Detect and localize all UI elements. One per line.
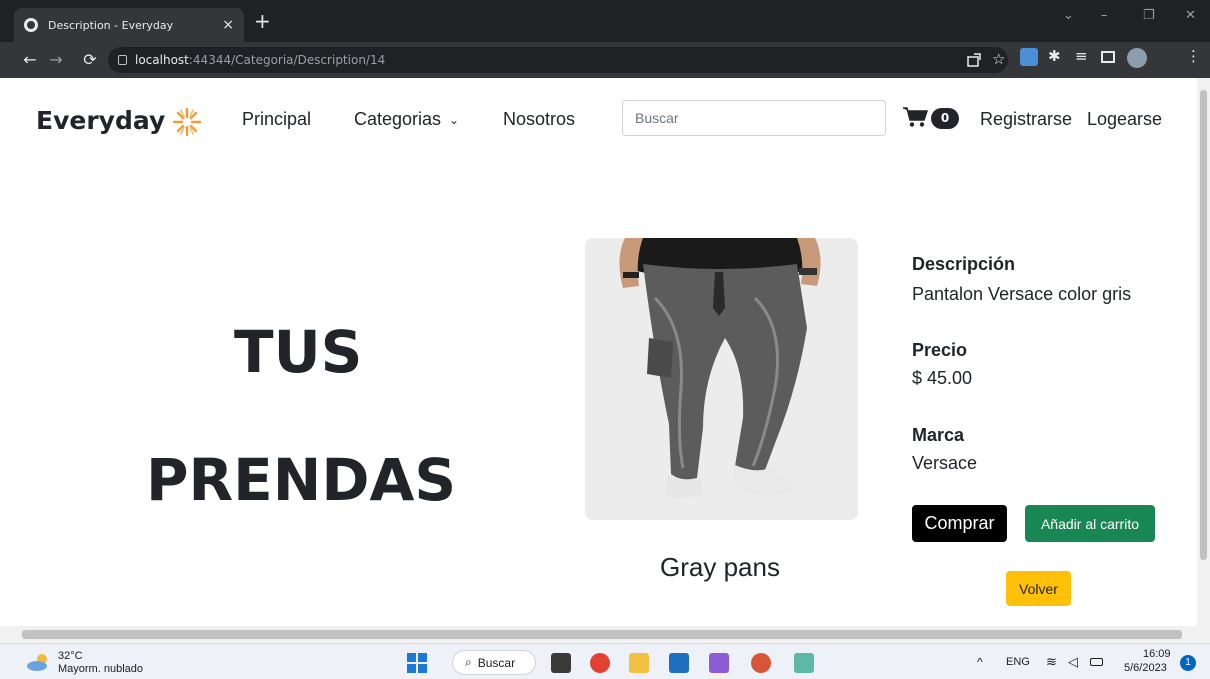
snipping-tool-icon[interactable] — [794, 653, 814, 673]
horizontal-scrollbar[interactable] — [0, 626, 1210, 643]
description-label: Descripción — [912, 254, 1016, 274]
taskbar-search-label: Buscar — [477, 655, 516, 670]
page-content: Everyday Principal Categorias ⌄ Nosotros … — [0, 78, 1197, 626]
horizontal-scrollbar-thumb[interactable] — [22, 630, 1182, 639]
shopping-cart-icon[interactable] — [902, 106, 928, 128]
tab-search-icon[interactable]: ⌄ — [1063, 8, 1074, 23]
login-link[interactable]: Logearse — [1087, 109, 1162, 130]
wifi-icon[interactable]: ≋ — [1046, 654, 1057, 670]
brand-label: Marca — [912, 425, 965, 445]
app-icon[interactable] — [751, 653, 771, 673]
site-brand[interactable]: Everyday — [36, 106, 165, 135]
file-explorer-icon[interactable] — [629, 653, 649, 673]
url-path: :44344/Categoria/Description/14 — [188, 53, 386, 67]
browser-tab[interactable]: Description - Everyday × — [14, 8, 244, 42]
register-link[interactable]: Registrarse — [980, 109, 1072, 130]
price-value: $ 45.00 — [912, 368, 973, 388]
tab-title: Description - Everyday — [48, 18, 174, 32]
partly-cloudy-icon[interactable] — [26, 652, 52, 672]
price-label: Precio — [912, 340, 968, 360]
restore-button[interactable]: ❐ — [1143, 8, 1155, 23]
task-view-icon[interactable] — [551, 653, 571, 673]
close-tab-icon[interactable]: × — [222, 17, 234, 33]
close-window-button[interactable]: ✕ — [1185, 8, 1196, 23]
profile-avatar[interactable] — [1127, 48, 1147, 68]
hero-line-2: PRENDAS — [146, 446, 457, 514]
taskbar: 32°C Mayorm. nublado ⌕ Buscar ^ ENG ≋ ◁ … — [0, 643, 1210, 679]
buy-button[interactable]: Comprar — [912, 505, 1007, 542]
nav-link-principal[interactable]: Principal — [242, 109, 311, 130]
reload-icon[interactable]: ⟳ — [80, 50, 100, 69]
chevron-down-icon: ⌄ — [449, 113, 460, 128]
nav-link-nosotros[interactable]: Nosotros — [503, 109, 575, 130]
hero-line-1: TUS — [234, 318, 363, 386]
lock-icon — [118, 55, 127, 65]
url-host: localhost — [135, 53, 189, 67]
visual-studio-icon[interactable] — [709, 653, 729, 673]
address-bar[interactable]: localhost:44344/Categoria/Description/14 — [108, 47, 1008, 73]
bookmark-star-icon[interactable]: ☆ — [992, 50, 1005, 68]
product-image — [585, 238, 858, 520]
battery-icon[interactable] — [1090, 658, 1103, 666]
share-icon[interactable] — [966, 52, 982, 68]
sun-logo-icon — [172, 107, 202, 137]
minimize-button[interactable]: – — [1101, 8, 1108, 23]
store-icon[interactable] — [669, 653, 689, 673]
search-icon: ⌕ — [465, 655, 472, 669]
extensions-puzzle-icon[interactable]: ✱ — [1048, 47, 1061, 65]
back-arrow-icon[interactable]: ← — [20, 50, 40, 69]
description-value: Pantalon Versace color gris — [912, 284, 1132, 304]
windows-start-icon[interactable] — [407, 653, 427, 673]
brand-value: Versace — [912, 453, 978, 473]
side-panel-icon[interactable] — [1101, 51, 1115, 63]
notification-badge[interactable]: 1 — [1180, 655, 1196, 671]
browser-tab-bar: Description - Everyday × + ⌄ – ❐ ✕ — [0, 0, 1210, 42]
add-to-cart-button[interactable]: Añadir al carrito — [1025, 505, 1155, 542]
weather-description[interactable]: Mayorm. nublado — [58, 663, 143, 675]
new-tab-button[interactable]: + — [254, 11, 271, 31]
taskbar-search[interactable]: ⌕ Buscar — [452, 650, 536, 675]
vertical-scrollbar-thumb[interactable] — [1200, 90, 1207, 560]
weather-temperature[interactable]: 32°C — [58, 650, 83, 662]
show-hidden-icons[interactable]: ^ — [977, 655, 983, 669]
vertical-scrollbar[interactable] — [1197, 78, 1210, 626]
cart-count-badge: 0 — [931, 108, 959, 129]
chrome-icon[interactable] — [590, 653, 610, 673]
forward-arrow-icon[interactable]: → — [46, 50, 66, 69]
search-input[interactable] — [622, 100, 886, 136]
clock-time[interactable]: 16:09 — [1143, 648, 1171, 660]
translate-extension-icon[interactable] — [1020, 48, 1038, 66]
volume-icon[interactable]: ◁ — [1068, 654, 1078, 670]
clock-date[interactable]: 5/6/2023 — [1124, 662, 1167, 674]
menu-dots-icon[interactable]: ⋮ — [1186, 47, 1201, 65]
nav-link-categorias-label: Categorias — [354, 109, 442, 129]
reading-list-icon[interactable]: ≡ — [1075, 47, 1088, 65]
product-name: Gray pans — [660, 552, 780, 582]
globe-icon — [24, 18, 38, 32]
language-indicator[interactable]: ENG — [1006, 656, 1030, 668]
nav-link-categorias[interactable]: Categorias ⌄ — [354, 109, 459, 130]
back-button[interactable]: Volver — [1006, 571, 1071, 606]
